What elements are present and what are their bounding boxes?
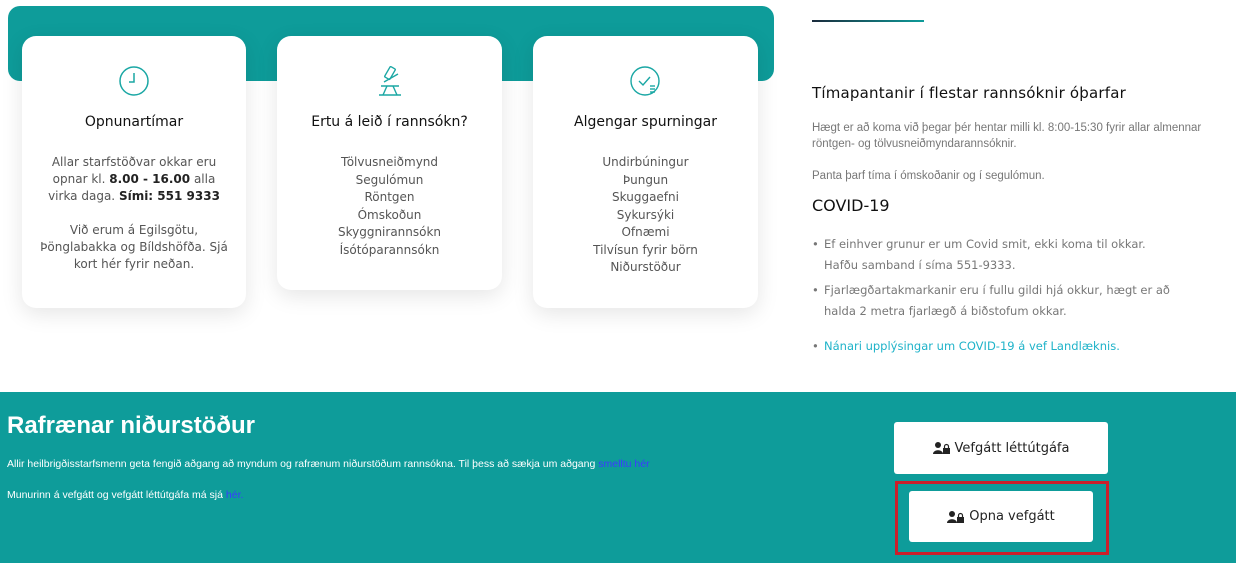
covid-heading: COVID-19 — [812, 196, 890, 215]
difference-link[interactable]: hér. — [226, 489, 244, 501]
faq-card: Algengar spurningar Undirbúningur Þungun… — [533, 36, 758, 308]
appointments-text: Hægt er að koma við þegar þér hentar mil… — [812, 122, 1202, 150]
covid-bullet: Fjarlægðartakmarkanir eru í fullu gildi … — [812, 280, 1172, 322]
results-access-text: Allir heilbrigðisstarfsmenn geta fengið … — [7, 458, 650, 470]
list-item[interactable]: Þungun — [533, 172, 758, 190]
booking-text: Panta þarf tíma í ómskoðanir og í seguló… — [812, 170, 1045, 182]
list-item[interactable]: Ómskoðun — [277, 207, 502, 225]
microscope-icon — [378, 65, 401, 96]
covid-bullet: Ef einhver grunur er um Covid smit, ekki… — [812, 234, 1172, 276]
examination-list: Tölvusneiðmynd Segulómun Röntgen Ómskoðu… — [277, 154, 502, 259]
list-item[interactable]: Tilvísun fyrir börn — [533, 242, 758, 260]
list-item[interactable]: Röntgen — [277, 189, 502, 207]
covid-info-link[interactable]: Nánari upplýsingar um COVID-19 á vef Lan… — [812, 336, 1172, 357]
list-item[interactable]: Ísótóparannsókn — [277, 242, 502, 260]
appointments-heading: Tímapantanir í flestar rannsóknir óþarfa… — [812, 84, 1127, 102]
list-item[interactable]: Undirbúningur — [533, 154, 758, 172]
list-item[interactable]: Skyggnirannsókn — [277, 224, 502, 242]
list-item[interactable]: Niðurstöður — [533, 259, 758, 277]
list-item[interactable]: Tölvusneiðmynd — [277, 154, 502, 172]
opening-hours-card: Opnunartímar Allar starfstöðvar okkar er… — [22, 36, 246, 308]
list-item[interactable]: Sykursýki — [533, 207, 758, 225]
apply-access-link[interactable]: smelltu hér — [598, 458, 649, 470]
list-item[interactable]: Segulómun — [277, 172, 502, 190]
list-item[interactable]: Skuggaefni — [533, 189, 758, 207]
examination-card: Ertu á leið í rannsókn? Tölvusneiðmynd S… — [277, 36, 502, 290]
opening-hours-text: Allar starfstöðvar okkar eru opnar kl. 8… — [48, 155, 220, 203]
checklist-icon — [629, 66, 660, 96]
difference-text: Munurinn á vefgátt og vefgátt léttútgáfa… — [7, 489, 244, 501]
user-lock-icon — [932, 442, 950, 454]
results-heading: Rafrænar niðurstöður — [7, 412, 256, 439]
accent-divider — [812, 20, 924, 22]
open-portal-button[interactable]: Opna vefgátt — [909, 491, 1093, 542]
lite-portal-button[interactable]: Vefgátt léttútgáfa — [894, 422, 1108, 474]
results-section: Rafrænar niðurstöður Allir heilbrigðisst… — [0, 392, 1236, 563]
card-title: Ertu á leið í rannsókn? — [311, 114, 468, 130]
card-title: Algengar spurningar — [574, 114, 717, 130]
faq-list: Undirbúningur Þungun Skuggaefni Sykursýk… — [533, 154, 758, 277]
list-item[interactable]: Ofnæmi — [533, 224, 758, 242]
user-lock-icon — [947, 510, 965, 523]
card-title: Opnunartímar — [84, 114, 184, 130]
clock-icon — [119, 66, 149, 96]
locations-text: Við erum á Egilsgötu, Þönglabakka og Bíl… — [40, 223, 228, 271]
